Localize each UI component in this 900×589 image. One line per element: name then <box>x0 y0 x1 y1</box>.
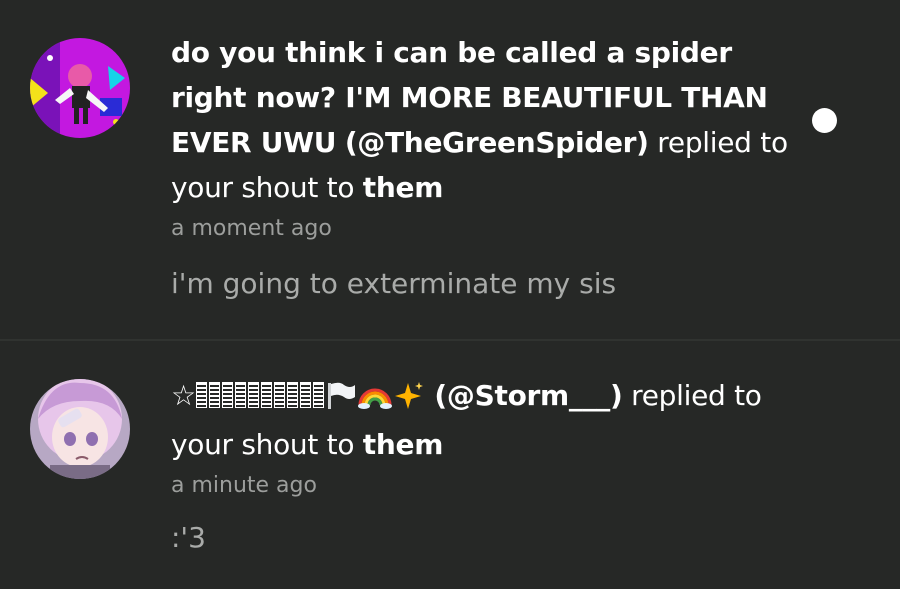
star-prefix: ☆ <box>171 379 196 412</box>
notification-item[interactable]: do you think i can be called a spider ri… <box>0 0 900 340</box>
no-glyph-icon <box>195 382 207 408</box>
action-text: replied <box>631 379 726 412</box>
unread-indicator-icon <box>812 108 837 133</box>
user-handle[interactable]: (@TheGreenSpider) <box>345 126 649 159</box>
notification-headline: do you think i can be called a spider ri… <box>171 30 791 210</box>
context-target[interactable]: them <box>363 171 444 204</box>
notification-body: do you think i can be called a spider ri… <box>171 30 791 246</box>
no-glyph-icon <box>273 382 285 408</box>
action-text: replied <box>657 126 752 159</box>
message-preview: :'3 <box>171 521 206 554</box>
avatar[interactable] <box>30 379 130 479</box>
white-flag-icon <box>326 377 356 422</box>
no-glyph-icon <box>221 382 233 408</box>
no-glyph-icon <box>247 382 259 408</box>
no-glyph-icon <box>260 382 272 408</box>
no-glyph-icon <box>234 382 246 408</box>
notification-item[interactable]: ☆ (@Storm___) replied to your shout to t… <box>0 341 900 589</box>
notification-headline: ☆ (@Storm___) replied to your shout to t… <box>171 373 791 467</box>
user-display-name[interactable]: ☆ <box>171 379 426 412</box>
sparkles-icon <box>394 377 424 422</box>
timestamp: a moment ago <box>171 216 332 241</box>
rainbow-icon <box>357 377 392 422</box>
avatar[interactable] <box>30 38 130 138</box>
no-glyph-icon <box>208 382 220 408</box>
no-glyph-icon <box>299 382 311 408</box>
notification-body: ☆ (@Storm___) replied to your shout to t… <box>171 373 791 503</box>
message-preview: i'm going to exterminate my sis <box>171 267 617 300</box>
no-glyph-icon <box>286 382 298 408</box>
user-handle[interactable]: (@Storm___) <box>434 379 622 412</box>
timestamp: a minute ago <box>171 473 317 498</box>
no-glyph-icon <box>312 382 324 408</box>
context-target[interactable]: them <box>363 428 444 461</box>
